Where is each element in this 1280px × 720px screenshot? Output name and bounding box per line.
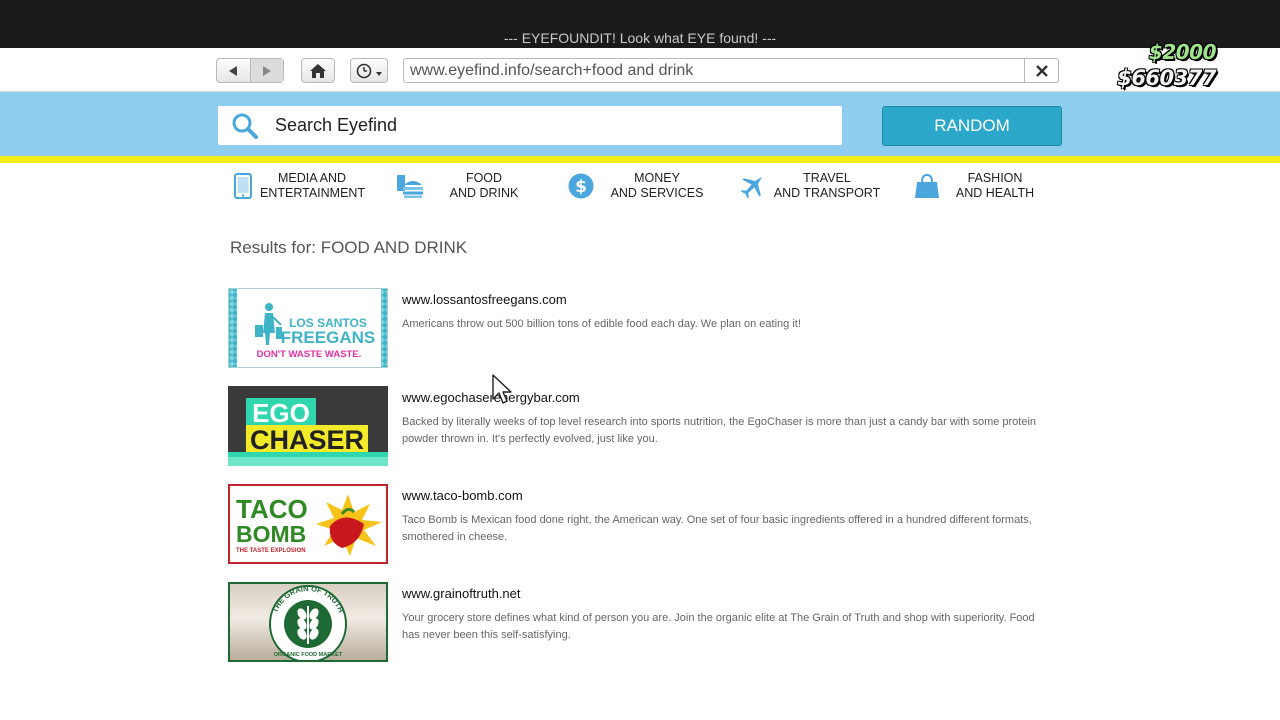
category-label-line1: FOOD (465, 171, 503, 185)
mouse-cursor-icon (492, 374, 512, 404)
category-label-line1: MEDIA AND (277, 171, 347, 185)
window-title: --- EYEFOUNDIT! Look what EYE found! --- (503, 30, 777, 46)
result-logo-tacobomb[interactable]: TACO BOMB THE TASTE EXPLOSION (228, 484, 388, 564)
category-label-line2: ENTERTAINMENT (260, 186, 366, 200)
grainoftruth-subtitle: ORGANIC FOOD MARKET (274, 652, 343, 658)
search-input[interactable]: Search Eyefind (218, 106, 842, 145)
search-result: EGO CHASER www.egochaserenergybar.com Ba… (228, 386, 1058, 468)
result-link[interactable]: www.lossantosfreegans.com (402, 292, 567, 307)
close-icon (1035, 64, 1048, 77)
tablet-icon (234, 173, 252, 199)
address-bar[interactable]: www.eyefind.info/search+food and drink (403, 58, 1059, 83)
shopping-bag-icon (915, 173, 939, 198)
accent-divider (0, 156, 1280, 163)
search-placeholder: Search Eyefind (275, 115, 398, 135)
tacobomb-tagline: THE TASTE EXPLOSION (236, 548, 306, 554)
back-button[interactable] (217, 59, 250, 82)
category-fashion-health[interactable]: FASHION AND HEALTH (910, 170, 1046, 202)
burger-icon (397, 175, 423, 198)
tacobomb-logo: TACO BOMB THE TASTE EXPLOSION (236, 494, 382, 556)
random-button[interactable]: RANDOM (882, 106, 1062, 146)
egochaser-logo: EGO CHASER (228, 386, 388, 466)
category-food-drink[interactable]: FOOD AND DRINK (393, 170, 541, 202)
clock-icon (356, 63, 382, 78)
category-travel-transport[interactable]: TRAVEL AND TRANSPORT (736, 170, 884, 202)
browser-toolbar: www.eyefind.info/search+food and drink (0, 48, 1280, 92)
category-media-entertainment[interactable]: MEDIA AND ENTERTAINMENT (226, 170, 366, 202)
results-heading: Results for: FOOD AND DRINK (230, 238, 468, 257)
back-arrow-icon (229, 65, 238, 76)
tacobomb-line2: BOMB (236, 521, 306, 547)
result-logo-egochaser[interactable]: EGO CHASER (228, 386, 388, 466)
result-logo-freegans[interactable]: LOS SANTOS FREEGANS DON'T WASTE WASTE. (228, 288, 388, 368)
category-label-line2: AND DRINK (449, 186, 519, 200)
category-label-line2: AND TRANSPORT (773, 186, 881, 200)
category-label-line2: AND SERVICES (610, 186, 704, 200)
cash-change: $2000 (1148, 40, 1217, 64)
close-button[interactable] (1024, 59, 1058, 82)
result-link[interactable]: www.grainoftruth.net (402, 586, 521, 601)
search-result: TACO BOMB THE TASTE EXPLOSION www.taco-b… (228, 484, 1058, 566)
history-button[interactable] (350, 58, 388, 83)
category-label-line1: TRAVEL (803, 171, 851, 185)
dollar-icon: $ (568, 173, 594, 199)
cash-amount: $660377 (1117, 66, 1216, 90)
category-label-line1: FASHION (967, 171, 1023, 185)
result-description: Americans throw out 500 billion tons of … (402, 318, 801, 330)
category-money-services[interactable]: $ MONEY AND SERVICES (564, 170, 716, 202)
search-result: THE GRAIN OF TRUTH ORGANIC FOOD MARKET w… (228, 582, 1058, 664)
result-logo-grainoftruth[interactable]: THE GRAIN OF TRUTH ORGANIC FOOD MARKET (228, 582, 388, 662)
tacobomb-line1: TACO (236, 494, 308, 524)
category-label-line2: AND HEALTH (955, 186, 1035, 200)
address-text: www.eyefind.info/search+food and drink (410, 62, 694, 79)
result-description: Backed by literally weeks of top level r… (402, 416, 1037, 445)
home-icon (310, 63, 326, 78)
home-button[interactable] (301, 58, 335, 83)
svg-text:$: $ (575, 177, 587, 197)
result-link[interactable]: www.taco-bomb.com (402, 488, 523, 503)
result-link[interactable]: www.egochaserenergybar.com (402, 390, 580, 405)
search-icon (232, 113, 258, 139)
forward-button[interactable] (249, 59, 283, 82)
airplane-icon (740, 176, 763, 199)
freegans-logo: LOS SANTOS FREEGANS DON'T WASTE WASTE. (229, 289, 387, 367)
freegans-tagline: DON'T WASTE WASTE. (257, 349, 362, 360)
freegans-line2: FREEGANS (281, 328, 375, 347)
nav-button-group (216, 58, 284, 83)
egochaser-line2: CHASER (250, 425, 364, 455)
search-result: LOS SANTOS FREEGANS DON'T WASTE WASTE. w… (228, 288, 1058, 370)
window-title-bar: --- EYEFOUNDIT! Look what EYE found! --- (0, 0, 1280, 48)
egochaser-line1: EGO (252, 398, 310, 428)
forward-arrow-icon (262, 65, 271, 76)
grainoftruth-logo: THE GRAIN OF TRUTH ORGANIC FOOD MARKET (269, 584, 347, 660)
category-label-line1: MONEY (634, 171, 680, 185)
result-description: Your grocery store defines what kind of … (402, 612, 1035, 641)
result-description: Taco Bomb is Mexican food done right, th… (402, 514, 1032, 543)
